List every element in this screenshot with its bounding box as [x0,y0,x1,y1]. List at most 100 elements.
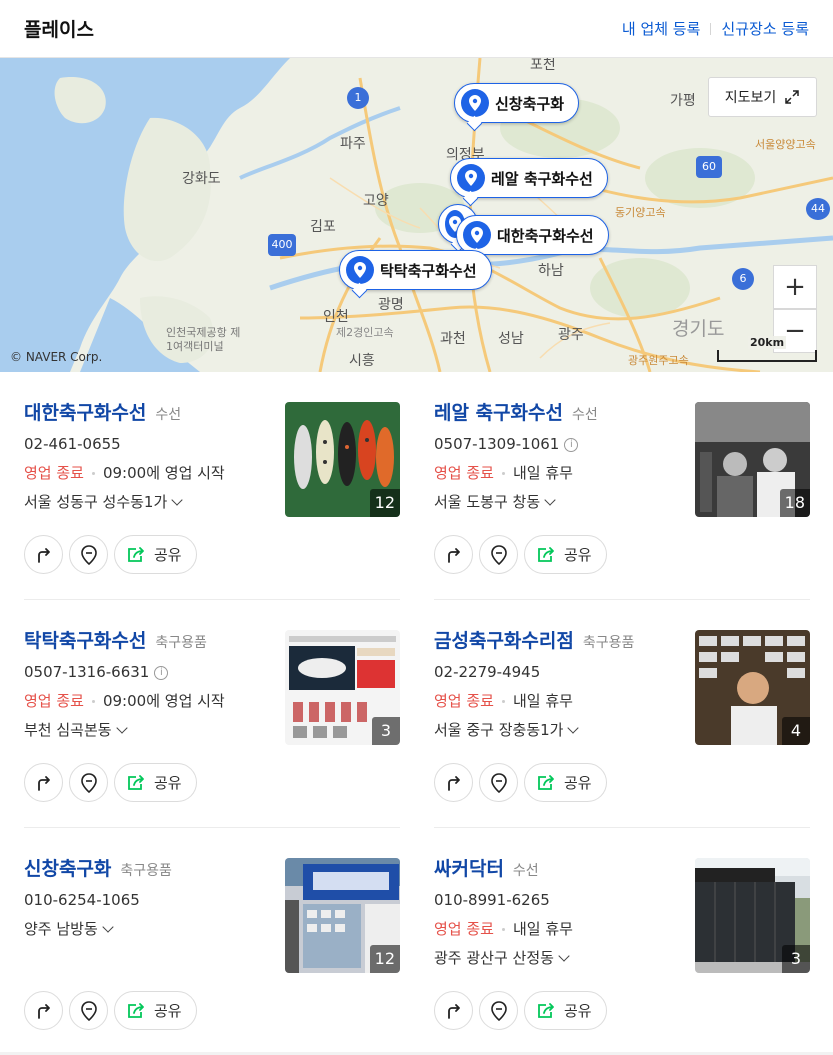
share-icon [128,546,144,562]
places-header: 플레이스 내 업체 등록 신규장소 등록 [0,0,833,58]
map-pin[interactable]: 탁탁축구화수선 [339,250,492,290]
action-bar: 공유 [24,535,197,574]
address-text: 서울 중구 장충동1가 [434,721,564,739]
share-button[interactable]: 공유 [114,535,197,574]
address-text: 양주 남방동 [24,920,98,938]
separator-dot [91,472,95,475]
directions-button[interactable] [24,535,63,574]
pin-label: 대한축구화수선 [497,226,594,245]
view-map-button[interactable]: 지도보기 [708,77,817,117]
directions-icon [447,1003,460,1019]
map-pin[interactable]: 신창축구화 [454,83,580,123]
register-business-link[interactable]: 내 업체 등록 [622,18,701,39]
map[interactable]: 포천 가평 파주 의정부 강화도 고양 김포 하남 광명 인천 과천 성남 광주… [0,58,833,372]
hours-text: 내일 휴무 [512,692,573,710]
directions-button[interactable] [434,991,473,1030]
place-card[interactable]: 싸커닥터 수선 010-8991-6265 영업 종료 내일 휴무 광주 광산구… [434,828,810,1055]
header-links: 내 업체 등록 신규장소 등록 [622,18,809,39]
info-icon[interactable]: i [564,437,579,452]
address-text: 부천 심곡본동 [24,721,112,739]
place-name[interactable]: 레알 축구화수선 [434,398,563,425]
share-button[interactable]: 공유 [524,535,607,574]
place-category: 축구용품 [155,635,207,651]
place-thumbnail[interactable]: 12 [285,402,400,517]
map-label: 광주 [558,327,584,343]
location-pin-icon [461,89,489,117]
place-card[interactable]: 금성축구화수리점 축구용품 02-2279-4945 영업 종료 내일 휴무 서… [434,600,810,828]
place-thumbnail[interactable]: 18 [695,402,810,517]
place-name[interactable]: 신창축구화 [24,854,111,881]
link-divider [710,22,712,35]
save-location-button[interactable] [479,763,518,802]
hours-text: 내일 휴무 [512,464,573,482]
place-thumbnail[interactable]: 4 [695,630,810,745]
map-label: 강화도 [182,171,221,187]
place-card[interactable]: 레알 축구화수선 수선 0507-1309-1061 i 영업 종료 내일 휴무 … [434,372,810,600]
share-button[interactable]: 공유 [114,991,197,1030]
map-label: 고양 [363,193,389,209]
share-label: 공유 [564,774,592,792]
address-text: 광주 광산구 산정동 [434,949,554,967]
map-label: 경기도 [672,318,725,340]
place-category: 축구용품 [120,863,172,879]
place-thumbnail[interactable]: 12 [285,858,400,973]
place-category: 수선 [512,863,539,879]
chevron-down-icon [115,721,128,734]
place-name[interactable]: 싸커닥터 [434,854,504,881]
photo-count: 3 [372,717,400,745]
hours-text: 09:00에 영업 시작 [102,692,225,710]
place-name[interactable]: 대한축구화수선 [24,398,146,425]
directions-button[interactable] [434,535,473,574]
photo-count: 12 [369,945,400,973]
place-card[interactable]: 신창축구화 축구용품 010-6254-1065 양주 남방동 12 공유 [24,828,400,1055]
place-card[interactable]: 대한축구화수선 수선 02-461-0655 영업 종료 09:00에 영업 시… [24,372,400,600]
save-location-button[interactable] [69,991,108,1030]
action-bar: 공유 [434,991,607,1030]
save-location-button[interactable] [69,535,108,574]
action-bar: 공유 [24,991,197,1030]
view-map-label: 지도보기 [724,90,777,106]
pin-label: 레알 축구화수선 [491,169,593,188]
status-text: 영업 종료 [434,464,494,482]
save-location-button[interactable] [479,535,518,574]
map-pin[interactable]: 레알 축구화수선 [450,158,608,198]
directions-button[interactable] [24,991,63,1030]
place-thumbnail[interactable]: 3 [695,858,810,973]
chevron-down-icon [171,493,183,506]
info-icon[interactable]: i [154,665,169,680]
separator-dot [91,700,95,703]
directions-button[interactable] [24,763,63,802]
map-label: 광주원주고속 [628,354,689,367]
road-shield-icon: 60 [696,156,722,178]
map-scale: 20km [717,336,817,362]
place-name[interactable]: 금성축구화수리점 [434,626,574,653]
directions-icon [447,775,460,791]
zoom-in-button[interactable]: + [773,265,817,309]
save-location-button[interactable] [479,991,518,1030]
share-button[interactable]: 공유 [524,763,607,802]
directions-button[interactable] [434,763,473,802]
map-label: 포천 [530,58,556,73]
address-text: 서울 도봉구 창동 [434,493,541,511]
map-label: 인천국제공항 제1여객터미널 [166,326,241,353]
register-new-place-link[interactable]: 신규장소 등록 [721,18,809,39]
share-button[interactable]: 공유 [114,763,197,802]
share-label: 공유 [154,1002,182,1020]
map-pin[interactable]: 대한축구화수선 [456,215,609,255]
save-location-button[interactable] [69,763,108,802]
map-label: 하남 [538,263,564,279]
road-shield-icon: 400 [268,234,296,256]
road-shield-icon: 1 [347,87,369,109]
place-thumbnail[interactable]: 3 [285,630,400,745]
share-button[interactable]: 공유 [524,991,607,1030]
pin-label: 신창축구화 [495,94,565,113]
place-name[interactable]: 탁탁축구화수선 [24,626,146,653]
map-label: 인천 [323,309,349,325]
map-label: 성남 [498,331,524,347]
place-phone: 0507-1309-1061 [434,435,560,453]
directions-icon [37,775,50,791]
place-card[interactable]: 탁탁축구화수선 축구용품 0507-1316-6631 i 영업 종료 09:00… [24,600,400,828]
place-list: 대한축구화수선 수선 02-461-0655 영업 종료 09:00에 영업 시… [0,372,833,1055]
road-shield-icon: 44 [806,198,830,220]
map-label: 가평 [670,93,696,109]
